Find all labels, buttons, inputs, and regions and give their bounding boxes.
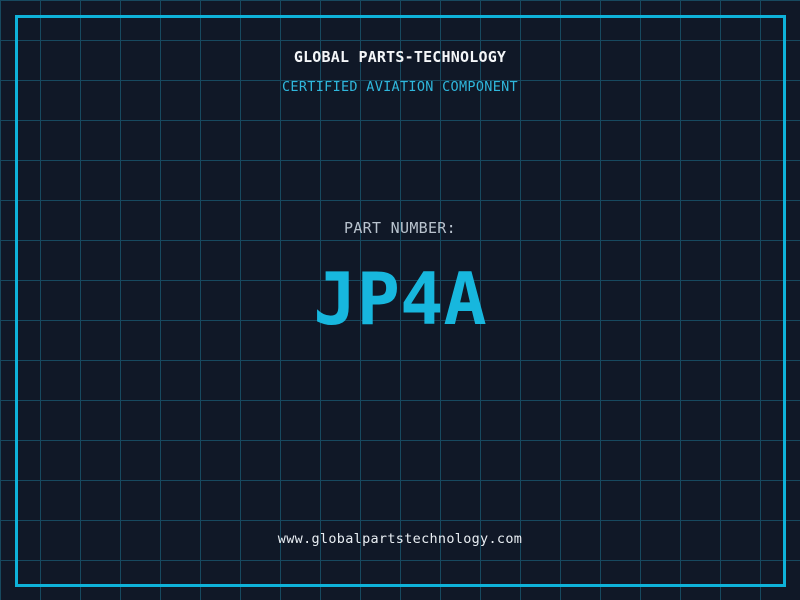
part-certificate-screen: GLOBAL PARTS-TECHNOLOGY CERTIFIED AVIATI… xyxy=(0,0,800,600)
part-number-label: PART NUMBER: xyxy=(344,219,456,237)
brand-title: GLOBAL PARTS-TECHNOLOGY xyxy=(293,48,507,66)
part-number-value: JP4A xyxy=(313,257,487,341)
website-url: www.globalpartstechnology.com xyxy=(277,531,523,547)
certification-subtitle: CERTIFIED AVIATION COMPONENT xyxy=(282,79,518,95)
